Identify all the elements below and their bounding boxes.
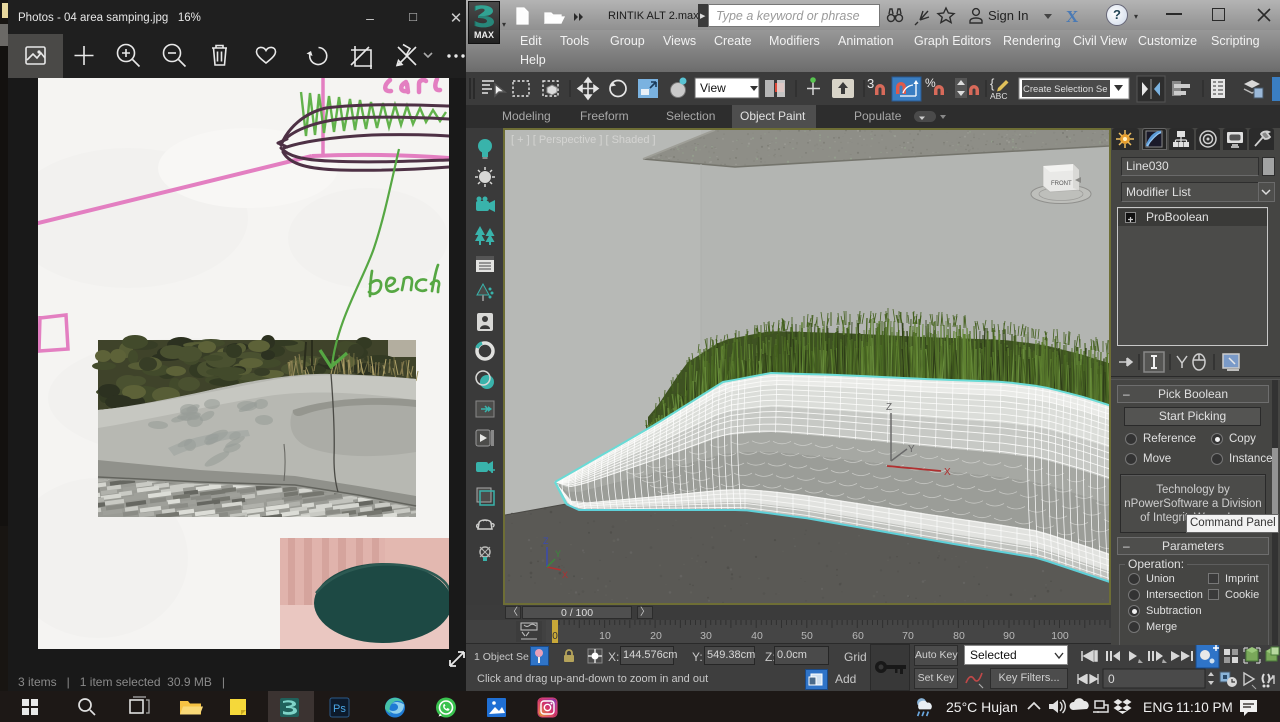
svg-text:Create Selection Se: Create Selection Se [1023,84,1108,95]
svg-text:11:10 PM: 11:10 PM [1176,700,1233,715]
svg-text:Y: Y [555,549,561,559]
svg-text:20: 20 [650,630,662,642]
svg-text:3: 3 [867,76,874,91]
svg-text:80: 80 [953,630,965,642]
svg-text:Z: Z [886,402,892,413]
svg-text:25°C Hujan: 25°C Hujan [946,699,1018,715]
svg-text:100: 100 [1051,630,1069,642]
svg-text:{: { [990,76,995,91]
svg-text:30: 30 [700,630,712,642]
svg-text:10: 10 [599,630,611,642]
svg-text:0: 0 [1108,672,1115,686]
svg-text:ABC: ABC [990,91,1007,101]
svg-text:X: X [1066,7,1079,26]
svg-text:50: 50 [801,630,813,642]
svg-text:Z: Z [543,536,549,546]
svg-text:40: 40 [751,630,763,642]
svg-text:Ps: Ps [333,703,346,715]
svg-text:[ + ] [ Perspective ] [ Shaded: [ + ] [ Perspective ] [ Shaded ] [511,134,656,146]
svg-text:View: View [700,81,726,95]
svg-text:0: 0 [552,631,558,642]
svg-text:Y: Y [908,444,915,455]
svg-text:X: X [944,467,951,478]
svg-text:X: X [562,570,568,580]
svg-text:Sign In: Sign In [988,8,1028,23]
svg-text:ENG: ENG [1143,699,1173,715]
svg-text:60: 60 [852,630,864,642]
svg-text:70: 70 [902,630,914,642]
svg-text:FRONT: FRONT [1051,181,1072,187]
svg-text:90: 90 [1003,630,1015,642]
